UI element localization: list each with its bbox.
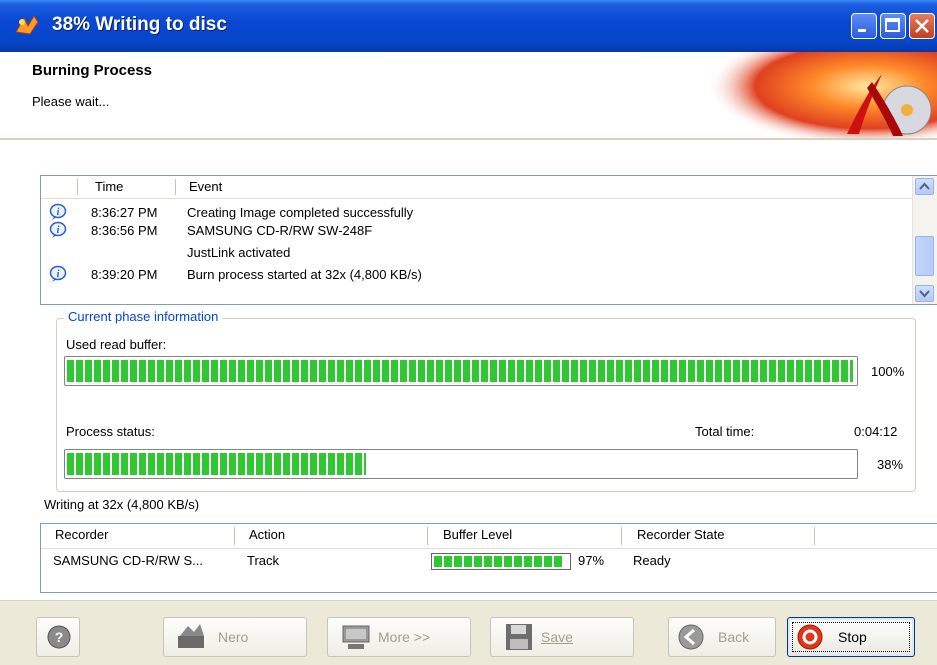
process-status-label: Process status: <box>66 424 155 439</box>
scroll-thumb[interactable] <box>915 236 934 276</box>
chevron-up-icon <box>919 182 930 190</box>
read-buffer-bar <box>64 356 858 386</box>
buffer-label: Used read buffer: <box>66 337 167 352</box>
status-percent: 38% <box>877 457 904 472</box>
column-header-time[interactable]: Time <box>95 179 123 194</box>
writing-speed: Writing at 32x (4,800 KB/s) <box>44 497 200 512</box>
recorder-action: Track <box>247 553 280 568</box>
recorder-buffer-percent: 97% <box>578 553 605 568</box>
save-button-label: Save <box>541 629 573 645</box>
nero-logo-icon <box>707 52 937 138</box>
close-button[interactable] <box>909 13 935 39</box>
recorder-name[interactable]: SAMSUNG CD-R/RW S... <box>53 553 203 568</box>
stop-icon <box>797 624 823 650</box>
more-button[interactable]: More >> <box>327 617 471 657</box>
chevron-down-icon <box>919 290 930 298</box>
svg-text:i: i <box>57 269 60 280</box>
column-header-recorder-state[interactable]: Recorder State <box>637 527 724 542</box>
stop-button-label: Stop <box>838 629 867 645</box>
column-divider <box>77 179 78 195</box>
log-time: 8:39:20 PM <box>91 267 158 282</box>
svg-text:i: i <box>57 225 60 236</box>
recorder-list-header: Recorder Action Buffer Level Recorder St… <box>41 524 937 549</box>
scroll-down-button[interactable] <box>915 285 934 302</box>
back-button[interactable]: Back <box>668 617 776 657</box>
log-time: 8:36:27 PM <box>91 205 158 220</box>
read-buffer-fill <box>67 360 853 382</box>
back-button-label: Back <box>718 629 750 645</box>
nero-burn-window: 38% Writing to disc Burning Process Plea… <box>0 0 937 665</box>
column-header-action[interactable]: Action <box>249 527 285 542</box>
recorder-buffer-bar <box>431 553 571 570</box>
more-button-label: More >> <box>378 629 431 645</box>
recorder-state: Ready <box>633 553 671 568</box>
question-icon: ? <box>47 625 71 649</box>
log-event: JustLink activated <box>187 245 291 260</box>
svg-text:i: i <box>57 207 60 218</box>
minimize-icon <box>858 29 866 32</box>
nero-button[interactable]: Nero <box>163 617 307 657</box>
page-title: Burning Process <box>32 62 153 79</box>
maximize-button[interactable] <box>880 13 906 39</box>
page-subtitle: Please wait... <box>32 94 110 109</box>
floppy-disk-icon <box>506 624 532 650</box>
scroll-up-button[interactable] <box>915 178 934 195</box>
stop-button[interactable]: Stop <box>787 617 915 657</box>
column-header-buffer-level[interactable]: Buffer Level <box>443 527 512 542</box>
svg-text:?: ? <box>55 629 64 645</box>
total-time-label: Total time: <box>695 424 755 439</box>
title-bar[interactable]: 38% Writing to disc <box>0 0 937 52</box>
nero-button-label: Nero <box>218 629 249 645</box>
log-time: 8:36:56 PM <box>91 223 158 238</box>
recorder-list[interactable]: Recorder Action Buffer Level Recorder St… <box>40 523 937 593</box>
info-icon: i <box>49 265 67 282</box>
back-arrow-icon <box>678 624 704 650</box>
log-row: JustLink activated <box>41 242 913 264</box>
save-button[interactable]: Save <box>490 617 634 657</box>
computer-icon <box>342 625 370 649</box>
nero-app-icon <box>15 15 39 35</box>
nero-icon <box>178 624 204 648</box>
close-icon <box>915 19 929 33</box>
window-title: 38% Writing to disc <box>52 14 227 35</box>
event-log-list[interactable]: Time Event i 8:36:27 PM Creating Image c… <box>40 175 937 305</box>
log-header: Time Event <box>41 176 913 199</box>
buffer-percent: 100% <box>871 364 905 379</box>
log-scrollbar[interactable] <box>912 176 937 304</box>
log-row: i 8:36:56 PM SAMSUNG CD-R/RW SW-248F <box>41 220 913 242</box>
phase-legend: Current phase information <box>64 309 223 324</box>
process-status-fill <box>67 453 366 475</box>
help-button[interactable]: ? <box>36 617 80 657</box>
maximize-icon <box>885 18 900 32</box>
minimize-button[interactable] <box>851 13 877 39</box>
wizard-header: Burning Process Please wait... <box>0 52 937 140</box>
log-event: Creating Image completed successfully <box>187 205 414 220</box>
total-time-value: 0:04:12 <box>854 424 898 439</box>
column-divider <box>427 527 428 545</box>
column-divider <box>621 527 622 545</box>
column-header-event[interactable]: Event <box>189 179 222 194</box>
column-divider <box>814 527 815 545</box>
log-event: Burn process started at 32x (4,800 KB/s) <box>187 267 422 282</box>
log-row: i 8:39:20 PM Burn process started at 32x… <box>41 264 913 286</box>
column-divider <box>234 527 235 545</box>
column-header-recorder[interactable]: Recorder <box>55 527 108 542</box>
info-icon: i <box>49 203 67 220</box>
recorder-buffer-fill <box>434 556 562 567</box>
info-icon: i <box>49 221 67 238</box>
log-event: SAMSUNG CD-R/RW SW-248F <box>187 223 373 238</box>
column-divider <box>175 179 176 195</box>
process-status-bar <box>64 449 858 479</box>
